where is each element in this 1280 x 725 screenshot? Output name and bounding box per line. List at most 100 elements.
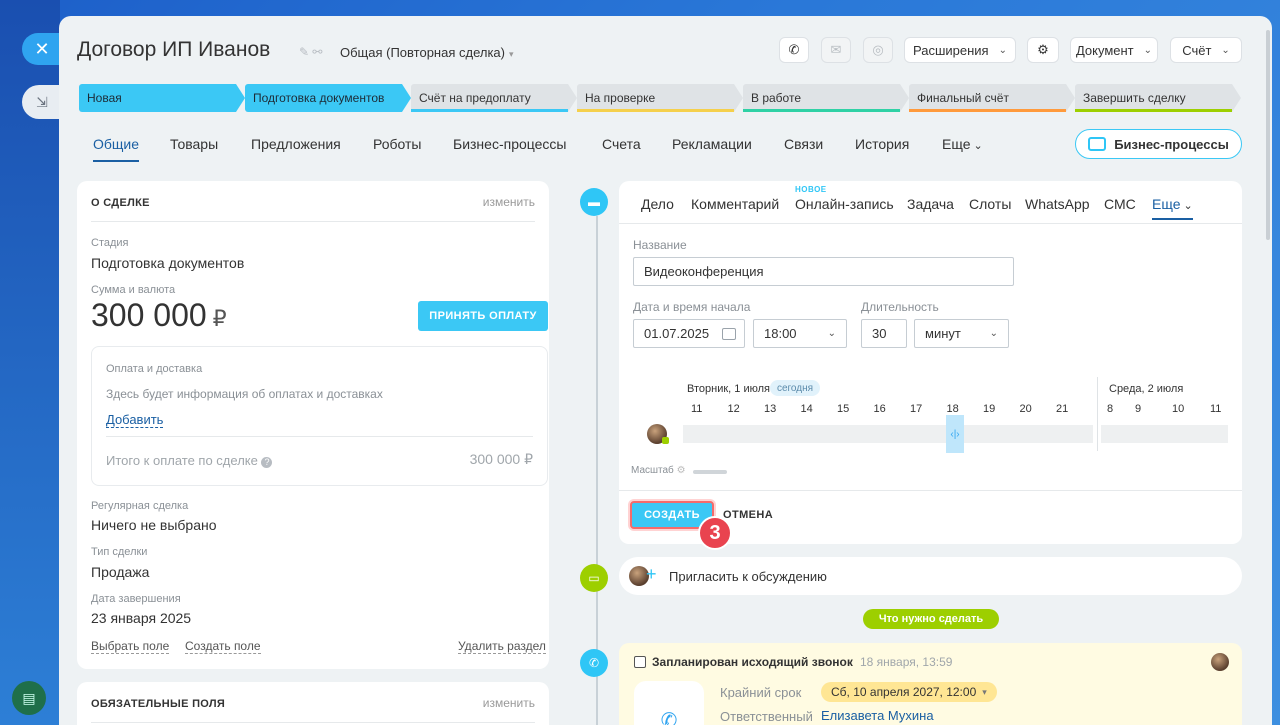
invoice-button[interactable]: Счёт ⌄ — [1170, 37, 1242, 63]
editor-tab-2[interactable]: Комментарий — [691, 196, 779, 212]
extensions-button[interactable]: Расширения ⌄ — [904, 37, 1016, 63]
stage-7[interactable]: Завершить сделку — [1075, 84, 1241, 112]
tab-7[interactable]: Рекламации — [672, 136, 752, 162]
duration-label: Длительность — [861, 300, 939, 314]
choose-field-link[interactable]: Выбрать поле — [91, 639, 170, 654]
editor-tab-label: Онлайн-запись — [795, 196, 894, 212]
unit-value: минут — [925, 326, 961, 341]
chevron-down-icon: ⌄ — [1221, 44, 1230, 56]
editor-tab-label: Слоты — [969, 196, 1012, 212]
tab-3[interactable]: Предложения — [251, 136, 341, 162]
email-button[interactable]: ✉ — [821, 37, 851, 63]
selected-slot[interactable]: ‹|› — [946, 415, 964, 453]
editor-tab-4[interactable]: Задача — [907, 196, 954, 212]
edit-link[interactable]: изменить — [483, 195, 535, 209]
tab-label: Предложения — [251, 136, 341, 152]
deal-title: Договор ИП Иванов — [77, 38, 271, 61]
new-badge: НОВОЕ — [795, 185, 827, 194]
edit-link[interactable]: изменить — [483, 696, 535, 710]
scrollbar[interactable] — [1266, 30, 1270, 240]
link-icon[interactable]: ⚯ — [312, 45, 322, 59]
settings-button[interactable]: ⚙ — [1027, 37, 1059, 63]
phone-button[interactable]: ✆ — [779, 37, 809, 63]
business-process-button[interactable]: Бизнес-процессы — [1075, 129, 1242, 159]
chevron-down-icon: ▾ — [982, 686, 987, 697]
stage-2[interactable]: Подготовка документов — [245, 84, 411, 112]
divider — [91, 722, 535, 723]
discussion-icon: ▭ — [580, 564, 608, 592]
chevron-down-icon: ⌄ — [827, 328, 836, 339]
editor-tab-6[interactable]: WhatsApp — [1025, 196, 1090, 212]
duration-input[interactable]: 30 — [861, 319, 907, 348]
hour-tick: 21 — [1056, 403, 1069, 415]
accept-payment-button[interactable]: ПРИНЯТЬ ОПЛАТУ — [418, 301, 548, 331]
outgoing-call-icon: ✆ — [654, 705, 684, 725]
pencil-icon[interactable]: ✎ — [299, 45, 309, 59]
stage-1[interactable]: Новая — [79, 84, 245, 112]
chevron-down-icon: ⌄ — [970, 140, 983, 152]
tab-9[interactable]: История — [855, 136, 909, 162]
collapse-arrow-icon[interactable]: ⇲ — [22, 85, 62, 119]
stage-3[interactable]: Счёт на предоплату — [411, 84, 577, 112]
tab-label: Роботы — [373, 136, 422, 152]
time-grid[interactable] — [683, 425, 1093, 443]
stage-6[interactable]: Финальный счёт — [909, 84, 1075, 112]
hour-tick: 9 — [1135, 403, 1142, 415]
tab-1[interactable]: Общие — [93, 136, 140, 162]
editor-tab-5[interactable]: Слоты — [969, 196, 1011, 212]
amount-value: 300 000 — [91, 297, 207, 333]
plus-icon[interactable]: + — [646, 564, 657, 585]
calendar-icon[interactable] — [722, 327, 736, 340]
editor-tab-3[interactable]: Онлайн-запись — [795, 196, 894, 212]
edit-link-icons[interactable]: ✎ ⚯ — [299, 45, 322, 59]
editor-tab-8[interactable]: Еще ⌄ — [1152, 196, 1193, 220]
add-payment-link[interactable]: Добавить — [106, 412, 164, 428]
create-field-link[interactable]: Создать поле — [185, 639, 261, 654]
stage-label: Завершить сделку — [1083, 91, 1186, 105]
chat-icon: ◎ — [872, 42, 884, 57]
time-select[interactable]: 18:00 ⌄ — [753, 319, 847, 348]
stage-4[interactable]: На проверке — [577, 84, 743, 112]
editor-tab-7[interactable]: СМС — [1104, 196, 1136, 212]
tab-10[interactable]: Еще ⌄ — [942, 136, 983, 162]
delete-section-link[interactable]: Удалить раздел — [458, 639, 546, 654]
tab-8[interactable]: Связи — [784, 136, 823, 162]
chat-button[interactable]: ◎ — [863, 37, 893, 63]
stage-label: Стадия — [91, 237, 129, 249]
editor-tab-label: СМС — [1104, 196, 1136, 212]
bp-button-label: Бизнес-процессы — [1114, 136, 1229, 152]
name-input[interactable]: Видеоконференция — [633, 257, 1014, 286]
stage-color-bar — [411, 109, 568, 112]
category-select[interactable]: Общая (Повторная сделка) ▾ — [340, 45, 514, 60]
unit-select[interactable]: минут ⌄ — [914, 319, 1009, 348]
invoice-label: Счёт — [1182, 42, 1212, 58]
hour-tick: 11 — [691, 403, 703, 415]
day-label: Вторник, 1 июля — [687, 383, 770, 395]
hour-tick: 17 — [910, 403, 923, 415]
help-icon[interactable]: ? — [261, 457, 273, 468]
deadline-badge[interactable]: Сб, 10 апреля 2027, 12:00 ▾ — [821, 682, 997, 702]
invite-label: Пригласить к обсуждению — [669, 569, 827, 584]
stage-label: В работе — [751, 91, 802, 105]
payment-box: Оплата и доставка Здесь будет информация… — [91, 346, 548, 486]
date-input[interactable]: 01.07.2025 — [633, 319, 745, 348]
tab-5[interactable]: Бизнес-процессы — [453, 136, 566, 162]
stage-5[interactable]: В работе — [743, 84, 909, 112]
document-button[interactable]: Документ ⌄ — [1070, 37, 1158, 63]
responsible-link[interactable]: Елизавета Мухина — [821, 708, 934, 723]
deal-info-card: О СДЕЛКЕ изменить Стадия Подготовка доку… — [77, 181, 549, 669]
hour-tick: 13 — [764, 403, 777, 415]
stage-label: Счёт на предоплату — [419, 91, 531, 105]
editor-tab-1[interactable]: Дело — [641, 196, 674, 212]
printer-icon[interactable]: ▤ — [12, 681, 46, 715]
time-grid[interactable] — [1101, 425, 1228, 443]
tab-4[interactable]: Роботы — [373, 136, 421, 162]
scale-label: Масштаб ⚙ — [631, 465, 686, 476]
tab-2[interactable]: Товары — [170, 136, 218, 162]
invite-discussion[interactable]: + Пригласить к обсуждению — [619, 557, 1242, 595]
complete-checkbox[interactable] — [634, 656, 646, 668]
close-icon[interactable]: ✕ — [22, 33, 62, 65]
scale-slider[interactable] — [693, 470, 727, 474]
cancel-button[interactable]: ОТМЕНА — [723, 509, 773, 521]
tab-6[interactable]: Счета — [602, 136, 641, 162]
